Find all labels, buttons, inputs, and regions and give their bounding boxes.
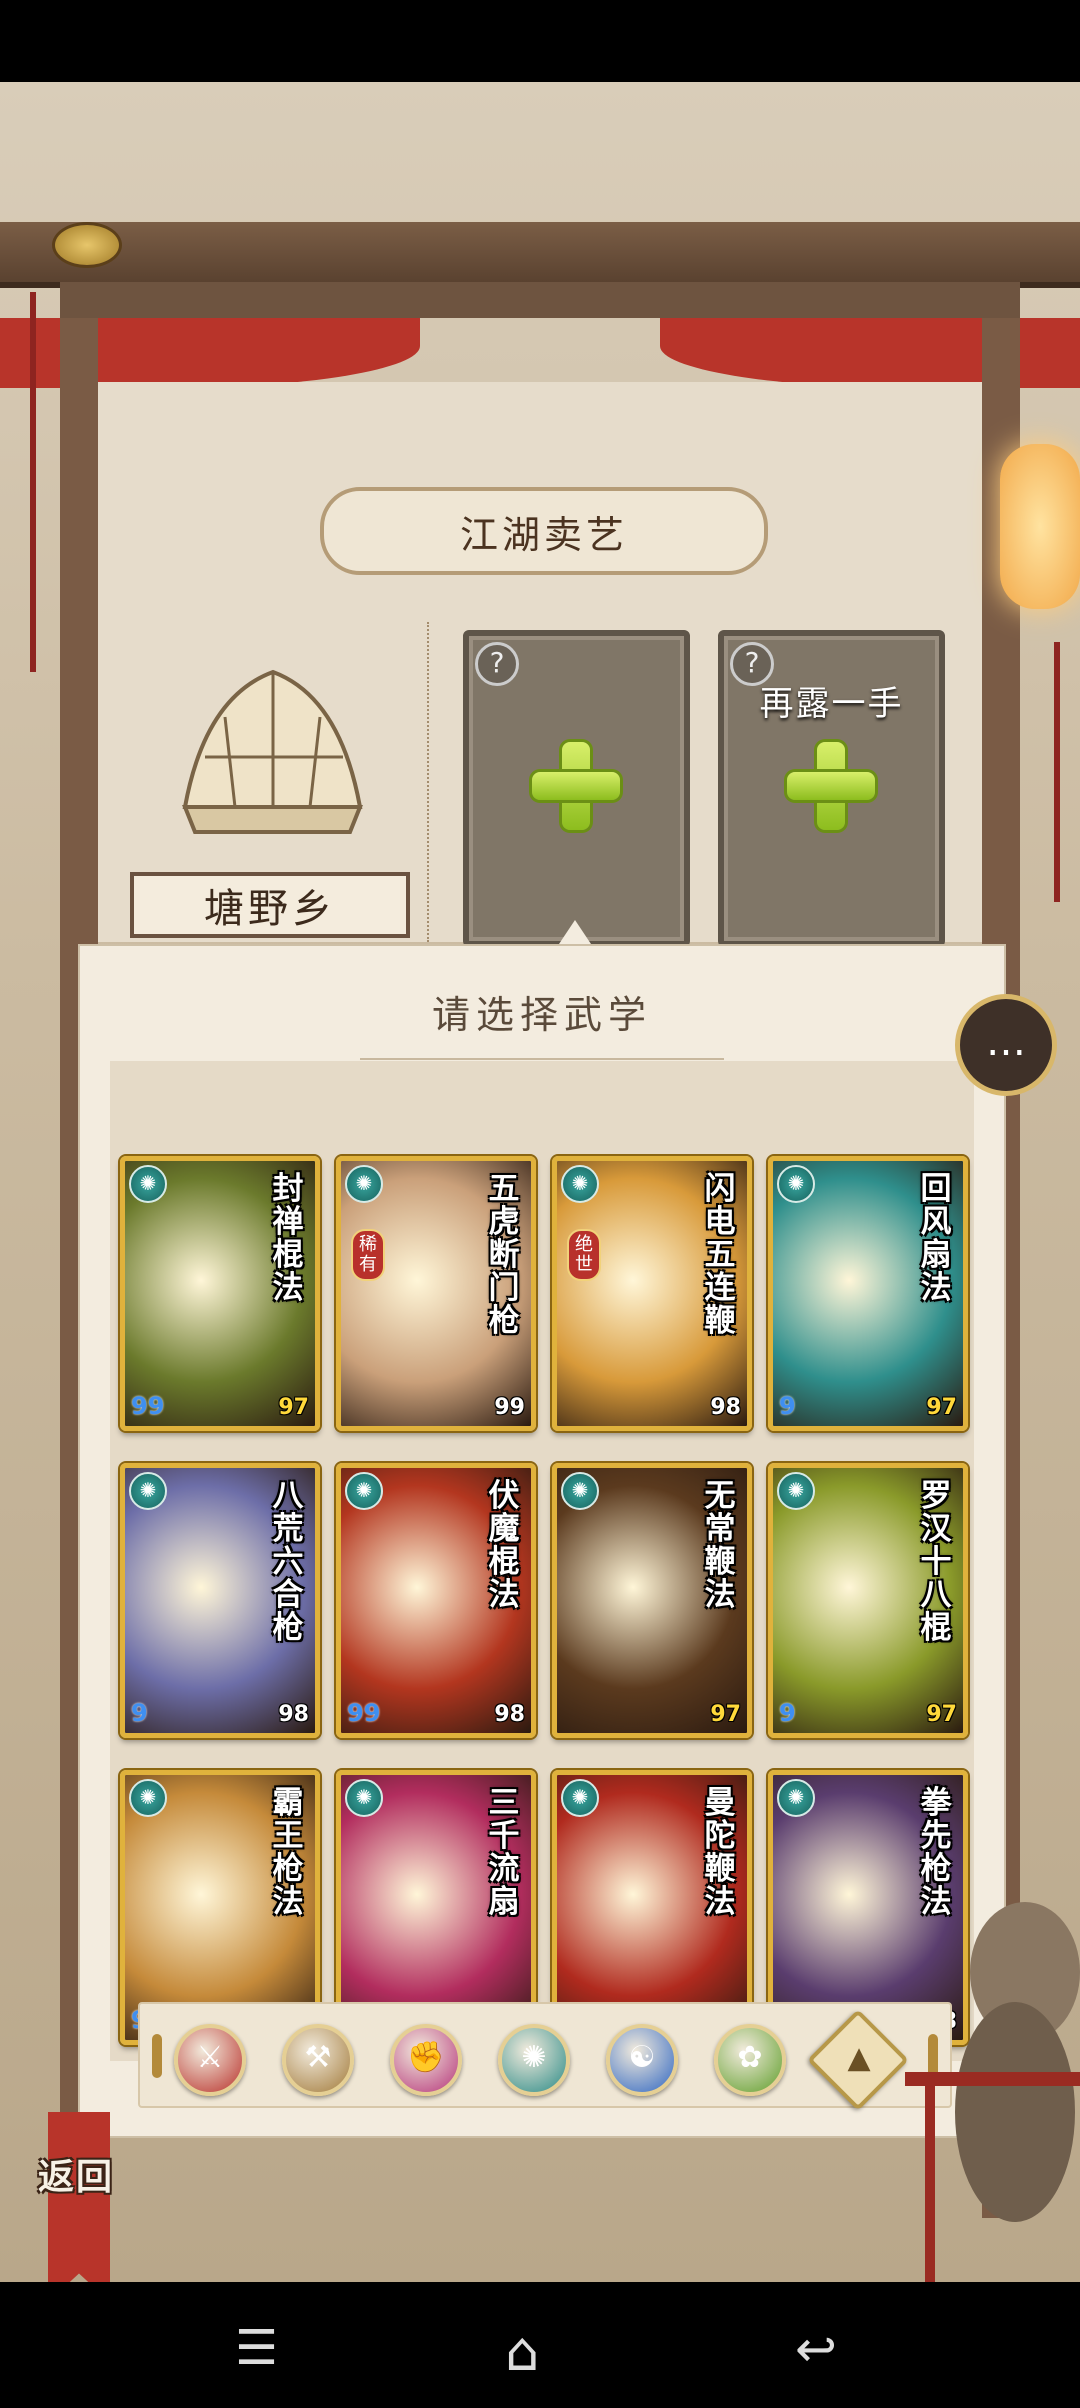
martial-art-card[interactable]: ✺ 无常鞭法 97 bbox=[552, 1463, 752, 1738]
card-name: 闪电五连鞭 bbox=[704, 1171, 736, 1339]
add-plus-icon bbox=[532, 742, 620, 830]
fist-icon[interactable]: ✊ bbox=[390, 2024, 462, 2096]
panel-title-rule bbox=[360, 1058, 724, 1060]
martial-art-card[interactable]: ✺ 封禅棍法 99 97 bbox=[120, 1156, 320, 1431]
card-drop-count: 99 bbox=[131, 1392, 165, 1420]
fan-type-icon: ✺ bbox=[561, 1779, 599, 1817]
card-name: 八荒六合枪 bbox=[272, 1478, 304, 1646]
card-score: 98 bbox=[278, 1702, 309, 1727]
card-score: 97 bbox=[926, 1702, 957, 1727]
fan-icon[interactable]: ✺ bbox=[498, 2024, 570, 2096]
monkey-icon bbox=[905, 1902, 1080, 2282]
card-score: 97 bbox=[278, 1395, 309, 1420]
add-plus-icon bbox=[787, 742, 875, 830]
card-score: 98 bbox=[710, 1395, 741, 1420]
fan-type-icon: ✺ bbox=[777, 1472, 815, 1510]
tent-icon bbox=[182, 669, 363, 834]
home-icon[interactable]: ⌂ bbox=[505, 2320, 575, 2383]
bar-end-left bbox=[152, 2034, 162, 2078]
tassel-left bbox=[30, 292, 36, 672]
fan-type-icon: ✺ bbox=[129, 1165, 167, 1203]
fan-type-icon: ✺ bbox=[561, 1472, 599, 1510]
card-score: 99 bbox=[494, 1395, 525, 1420]
card-score: 97 bbox=[926, 1395, 957, 1420]
blade-icon[interactable]: ⚒ bbox=[282, 2024, 354, 2096]
system-navigation-bar: ☰ ⌂ ↩ bbox=[0, 2282, 1080, 2408]
card-name: 罗汉十八棍 bbox=[920, 1478, 952, 1646]
stage-top-beam bbox=[0, 222, 1080, 288]
performance-slot-2[interactable]: ? 再露一手 bbox=[718, 630, 945, 947]
martial-art-card[interactable]: ✺ 五虎断门枪 99 稀有 bbox=[336, 1156, 536, 1431]
lantern-icon bbox=[1000, 444, 1080, 609]
status-bar bbox=[0, 0, 1080, 82]
card-name: 霸王枪法 bbox=[272, 1785, 304, 1920]
menu-icon[interactable]: ☰ bbox=[235, 2320, 305, 2376]
card-name: 五虎断门枪 bbox=[488, 1171, 520, 1339]
fan-type-icon: ✺ bbox=[345, 1165, 383, 1203]
chat-button[interactable]: … bbox=[955, 994, 1057, 1096]
fan-type-icon: ✺ bbox=[129, 1779, 167, 1817]
card-score: 98 bbox=[494, 1702, 525, 1727]
martial-art-card[interactable]: ✺ 回风扇法 9 97 bbox=[768, 1156, 968, 1431]
rarity-tag: 稀有 bbox=[351, 1229, 385, 1281]
fan-type-icon: ✺ bbox=[345, 1779, 383, 1817]
martial-art-card[interactable]: ✺ 罗汉十八棍 9 97 bbox=[768, 1463, 968, 1738]
village-name-plaque: 塘野乡 bbox=[130, 872, 410, 938]
encore-label: 再露一手 bbox=[759, 684, 904, 724]
card-name: 三千流扇 bbox=[488, 1785, 520, 1920]
fan-type-icon: ✺ bbox=[777, 1165, 815, 1203]
martial-art-selection-panel: 请选择武学 ✺ 封禅棍法 99 97 ✺ 五虎断门枪 99 稀有 ✺ 闪电五连鞭 … bbox=[78, 944, 1006, 2138]
martial-art-card[interactable]: ✺ 八荒六合枪 9 98 bbox=[120, 1463, 320, 1738]
sword-icon[interactable]: ⚔ bbox=[174, 2024, 246, 2096]
martial-art-card[interactable]: ✺ 伏魔棍法 99 98 bbox=[336, 1463, 536, 1738]
card-score: 97 bbox=[710, 1702, 741, 1727]
divider bbox=[427, 622, 431, 942]
stage-inner-beam bbox=[60, 282, 1020, 318]
yin-yang-icon[interactable]: ☯ bbox=[606, 2024, 678, 2096]
card-name: 封禅棍法 bbox=[272, 1171, 304, 1306]
card-grid: ✺ 封禅棍法 99 97 ✺ 五虎断门枪 99 稀有 ✺ 闪电五连鞭 98 绝世 ✺… bbox=[110, 1061, 974, 2061]
card-name: 伏魔棍法 bbox=[488, 1478, 520, 1613]
card-drop-count: 99 bbox=[347, 1699, 381, 1727]
category-filter-bar: ⚔ ⚒ ✊ ✺ ☯ ✿ ▲ bbox=[138, 2002, 952, 2111]
performance-slot-1[interactable]: ? bbox=[463, 630, 690, 947]
card-name: 曼陀鞭法 bbox=[704, 1785, 736, 1920]
fan-type-icon: ✺ bbox=[561, 1165, 599, 1203]
game-stage: 江湖卖艺 塘野乡 ? ? 再露一手 请选择武学 ✺ 封禅棍法 99 97 ✺ 五… bbox=[0, 82, 1080, 2282]
card-drop-count: 9 bbox=[131, 1699, 148, 1727]
chat-bubble-icon: … bbox=[986, 1019, 1026, 1065]
fan-type-icon: ✺ bbox=[129, 1472, 167, 1510]
coin-ornament-icon bbox=[52, 222, 122, 268]
card-drop-count: 9 bbox=[779, 1392, 796, 1420]
back-button-label[interactable]: 返回 bbox=[38, 2148, 114, 2200]
card-name: 回风扇法 bbox=[920, 1171, 952, 1306]
fan-type-icon: ✺ bbox=[345, 1472, 383, 1510]
tassel-right bbox=[1054, 642, 1060, 902]
card-name: 无常鞭法 bbox=[704, 1478, 736, 1613]
collapse-up-icon[interactable]: ▲ bbox=[807, 2009, 909, 2111]
card-drop-count: 9 bbox=[779, 1699, 796, 1727]
panel-title: 请选择武学 bbox=[431, 993, 652, 1037]
help-icon[interactable]: ? bbox=[475, 642, 519, 686]
rarity-tag: 绝世 bbox=[567, 1229, 601, 1281]
back-arrow-icon[interactable]: ↩ bbox=[795, 2320, 865, 2378]
hidden-weapon-icon[interactable]: ✿ bbox=[714, 2024, 786, 2096]
martial-art-card[interactable]: ✺ 闪电五连鞭 98 绝世 bbox=[552, 1156, 752, 1431]
selection-pointer bbox=[559, 920, 591, 944]
page-title: 江湖卖艺 bbox=[320, 487, 768, 575]
fan-type-icon: ✺ bbox=[777, 1779, 815, 1817]
